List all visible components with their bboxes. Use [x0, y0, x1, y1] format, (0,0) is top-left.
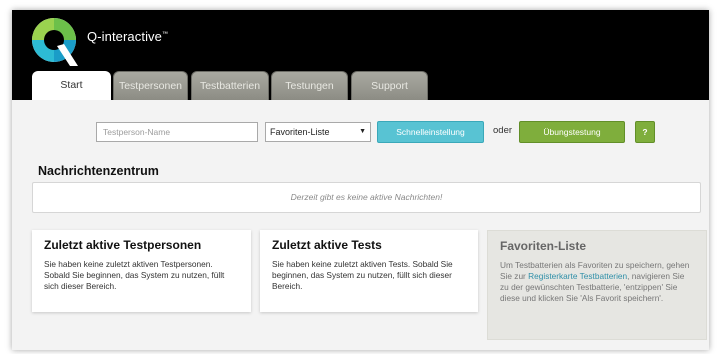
tab-testpersonen[interactable]: Testpersonen [113, 71, 188, 100]
header-bar: Q-interactive™ Start Testpersonen Testba… [12, 10, 709, 100]
recent-tests-title: Zuletzt aktive Tests [272, 238, 382, 252]
tab-support[interactable]: Support [351, 71, 428, 100]
testperson-search-input[interactable] [96, 122, 258, 142]
favorites-title: Favoriten-Liste [500, 239, 587, 253]
favorites-dropdown-value: Favoriten-Liste [270, 127, 330, 137]
message-center-box: Derzeit gibt es keine aktive Nachrichten… [32, 182, 701, 213]
favorites-dropdown[interactable]: Favoriten-Liste ▼ [265, 122, 371, 142]
help-button[interactable]: ? [635, 121, 655, 143]
recent-persons-card: Zuletzt aktive Testpersonen Sie haben ke… [32, 230, 251, 312]
recent-persons-title: Zuletzt aktive Testpersonen [44, 238, 202, 252]
tab-testungen[interactable]: Testungen [271, 71, 348, 100]
practice-test-button[interactable]: Übungstestung [519, 121, 625, 143]
favorites-card: Favoriten-Liste Um Testbatterien als Fav… [487, 230, 707, 340]
q-logo-icon[interactable] [30, 16, 80, 68]
brand-name: Q-interactive™ [87, 29, 169, 44]
or-label: oder [493, 125, 513, 136]
tab-testbatterien[interactable]: Testbatterien [191, 71, 269, 100]
favorites-text: Um Testbatterien als Favoriten zu speich… [500, 260, 694, 304]
no-messages-text: Derzeit gibt es keine aktive Nachrichten… [290, 192, 443, 202]
quick-setup-button[interactable]: Schnelleinstellung [377, 121, 484, 143]
message-center-title: Nachrichtenzentrum [38, 164, 159, 178]
dropdown-arrow-icon: ▼ [359, 128, 366, 135]
tab-start[interactable]: Start [32, 71, 111, 100]
recent-persons-text: Sie haben keine zuletzt aktiven Testpers… [44, 259, 225, 291]
recent-tests-card: Zuletzt aktive Tests Sie haben keine zul… [260, 230, 478, 312]
search-toolbar: Favoriten-Liste ▼ Schnelleinstellung ode… [12, 118, 709, 148]
testbatterien-tab-link[interactable]: Registerkarte Testbatterien [528, 271, 627, 281]
app-window: Q-interactive™ Start Testpersonen Testba… [12, 10, 709, 350]
recent-tests-text: Sie haben keine zuletzt aktiven Tests. S… [272, 259, 453, 291]
